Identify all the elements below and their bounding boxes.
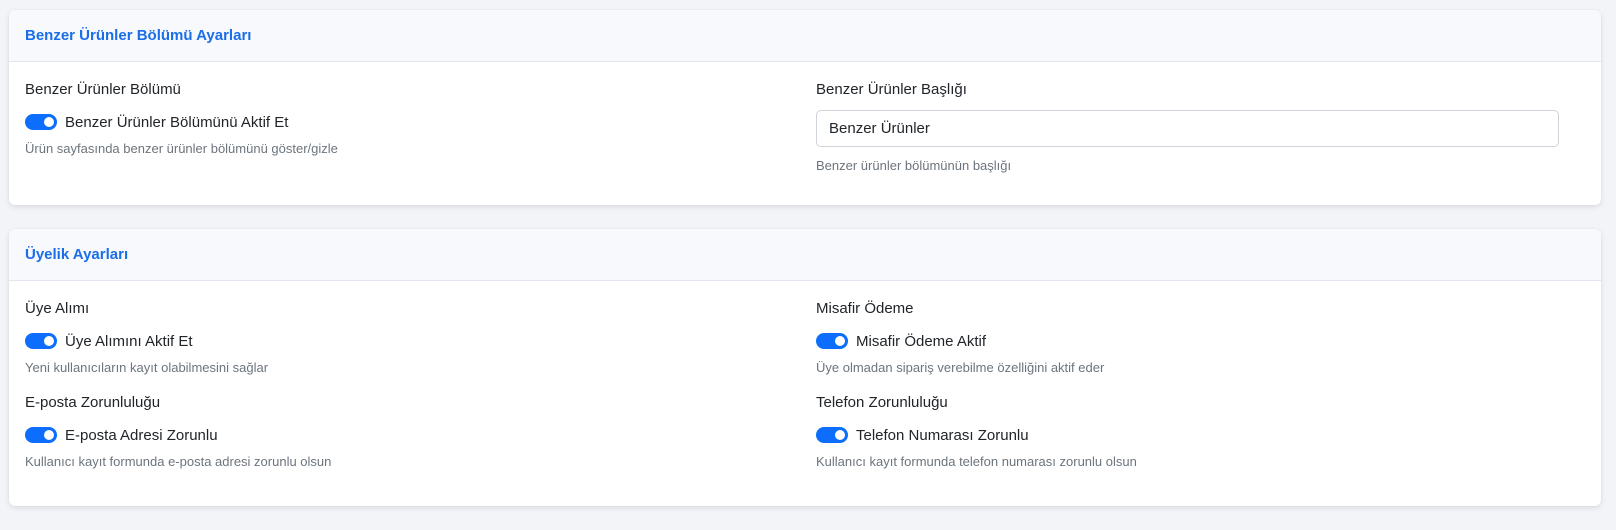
similar-products-toggle[interactable] [25, 114, 57, 130]
email-required-toggle-label[interactable]: E-posta Adresi Zorunlu [65, 427, 218, 444]
toggle-knob [835, 430, 845, 440]
membership-card: Üyelik Ayarları Üye Alımı Üye Alımını Ak… [9, 229, 1601, 506]
toggle-knob [44, 430, 54, 440]
registration-label: Üye Alımı [25, 300, 90, 317]
email-required-field: E-posta Zorunluluğu E-posta Adresi Zorun… [25, 393, 331, 470]
email-required-toggle[interactable] [25, 427, 57, 443]
similar-products-heading-input[interactable] [816, 110, 1559, 147]
similar-products-card-title: Benzer Ürünler Bölümü Ayarları [25, 27, 252, 44]
email-required-label: E-posta Zorunluluğu [25, 394, 161, 411]
registration-toggle-row[interactable]: Üye Alımını Aktif Et [25, 331, 268, 351]
guest-checkout-toggle-label[interactable]: Misafir Ödeme Aktif [856, 333, 986, 350]
phone-required-toggle[interactable] [816, 427, 848, 443]
toggle-knob [44, 336, 54, 346]
guest-checkout-label: Misafir Ödeme [816, 300, 914, 317]
similar-products-section-label: Benzer Ürünler Bölümü [25, 81, 181, 98]
email-required-help: Kullanıcı kayıt formunda e-posta adresi … [25, 454, 332, 469]
phone-required-field: Telefon Zorunluluğu Telefon Numarası Zor… [816, 393, 1137, 470]
similar-products-heading-help: Benzer ürünler bölümünün başlığı [816, 158, 1012, 173]
guest-checkout-field: Misafir Ödeme Misafir Ödeme Aktif Üye ol… [816, 299, 1104, 376]
guest-checkout-toggle-row[interactable]: Misafir Ödeme Aktif [816, 331, 1104, 351]
similar-products-toggle-row[interactable]: Benzer Ürünler Bölümünü Aktif Et [25, 112, 338, 132]
similar-products-card-header: Benzer Ürünler Bölümü Ayarları [9, 10, 1601, 62]
registration-field: Üye Alımı Üye Alımını Aktif Et Yeni kull… [25, 299, 268, 376]
guest-checkout-toggle[interactable] [816, 333, 848, 349]
registration-toggle-label[interactable]: Üye Alımını Aktif Et [65, 333, 193, 350]
similar-products-toggle-label[interactable]: Benzer Ürünler Bölümünü Aktif Et [65, 114, 288, 131]
similar-products-section-field: Benzer Ürünler Bölümü Benzer Ürünler Böl… [25, 80, 338, 157]
phone-required-toggle-label[interactable]: Telefon Numarası Zorunlu [856, 427, 1029, 444]
similar-products-toggle-help: Ürün sayfasında benzer ürünler bölümünü … [25, 141, 338, 156]
toggle-knob [835, 336, 845, 346]
phone-required-toggle-row[interactable]: Telefon Numarası Zorunlu [816, 425, 1137, 445]
registration-help: Yeni kullanıcıların kayıt olabilmesini s… [25, 360, 269, 375]
membership-card-header: Üyelik Ayarları [9, 229, 1601, 281]
phone-required-help: Kullanıcı kayıt formunda telefon numaras… [816, 454, 1137, 469]
similar-products-heading-label: Benzer Ürünler Başlığı [816, 81, 967, 98]
registration-toggle[interactable] [25, 333, 57, 349]
similar-products-heading-field: Benzer Ürünler Başlığı Benzer ürünler bö… [816, 80, 1559, 174]
phone-required-label: Telefon Zorunluluğu [816, 394, 948, 411]
toggle-knob [44, 117, 54, 127]
guest-checkout-help: Üye olmadan sipariş verebilme özelliğini… [816, 360, 1105, 375]
membership-card-title: Üyelik Ayarları [25, 246, 129, 263]
similar-products-card: Benzer Ürünler Bölümü Ayarları Benzer Ür… [9, 10, 1601, 205]
email-required-toggle-row[interactable]: E-posta Adresi Zorunlu [25, 425, 331, 445]
settings-page: Benzer Ürünler Bölümü Ayarları Benzer Ür… [0, 0, 1616, 530]
